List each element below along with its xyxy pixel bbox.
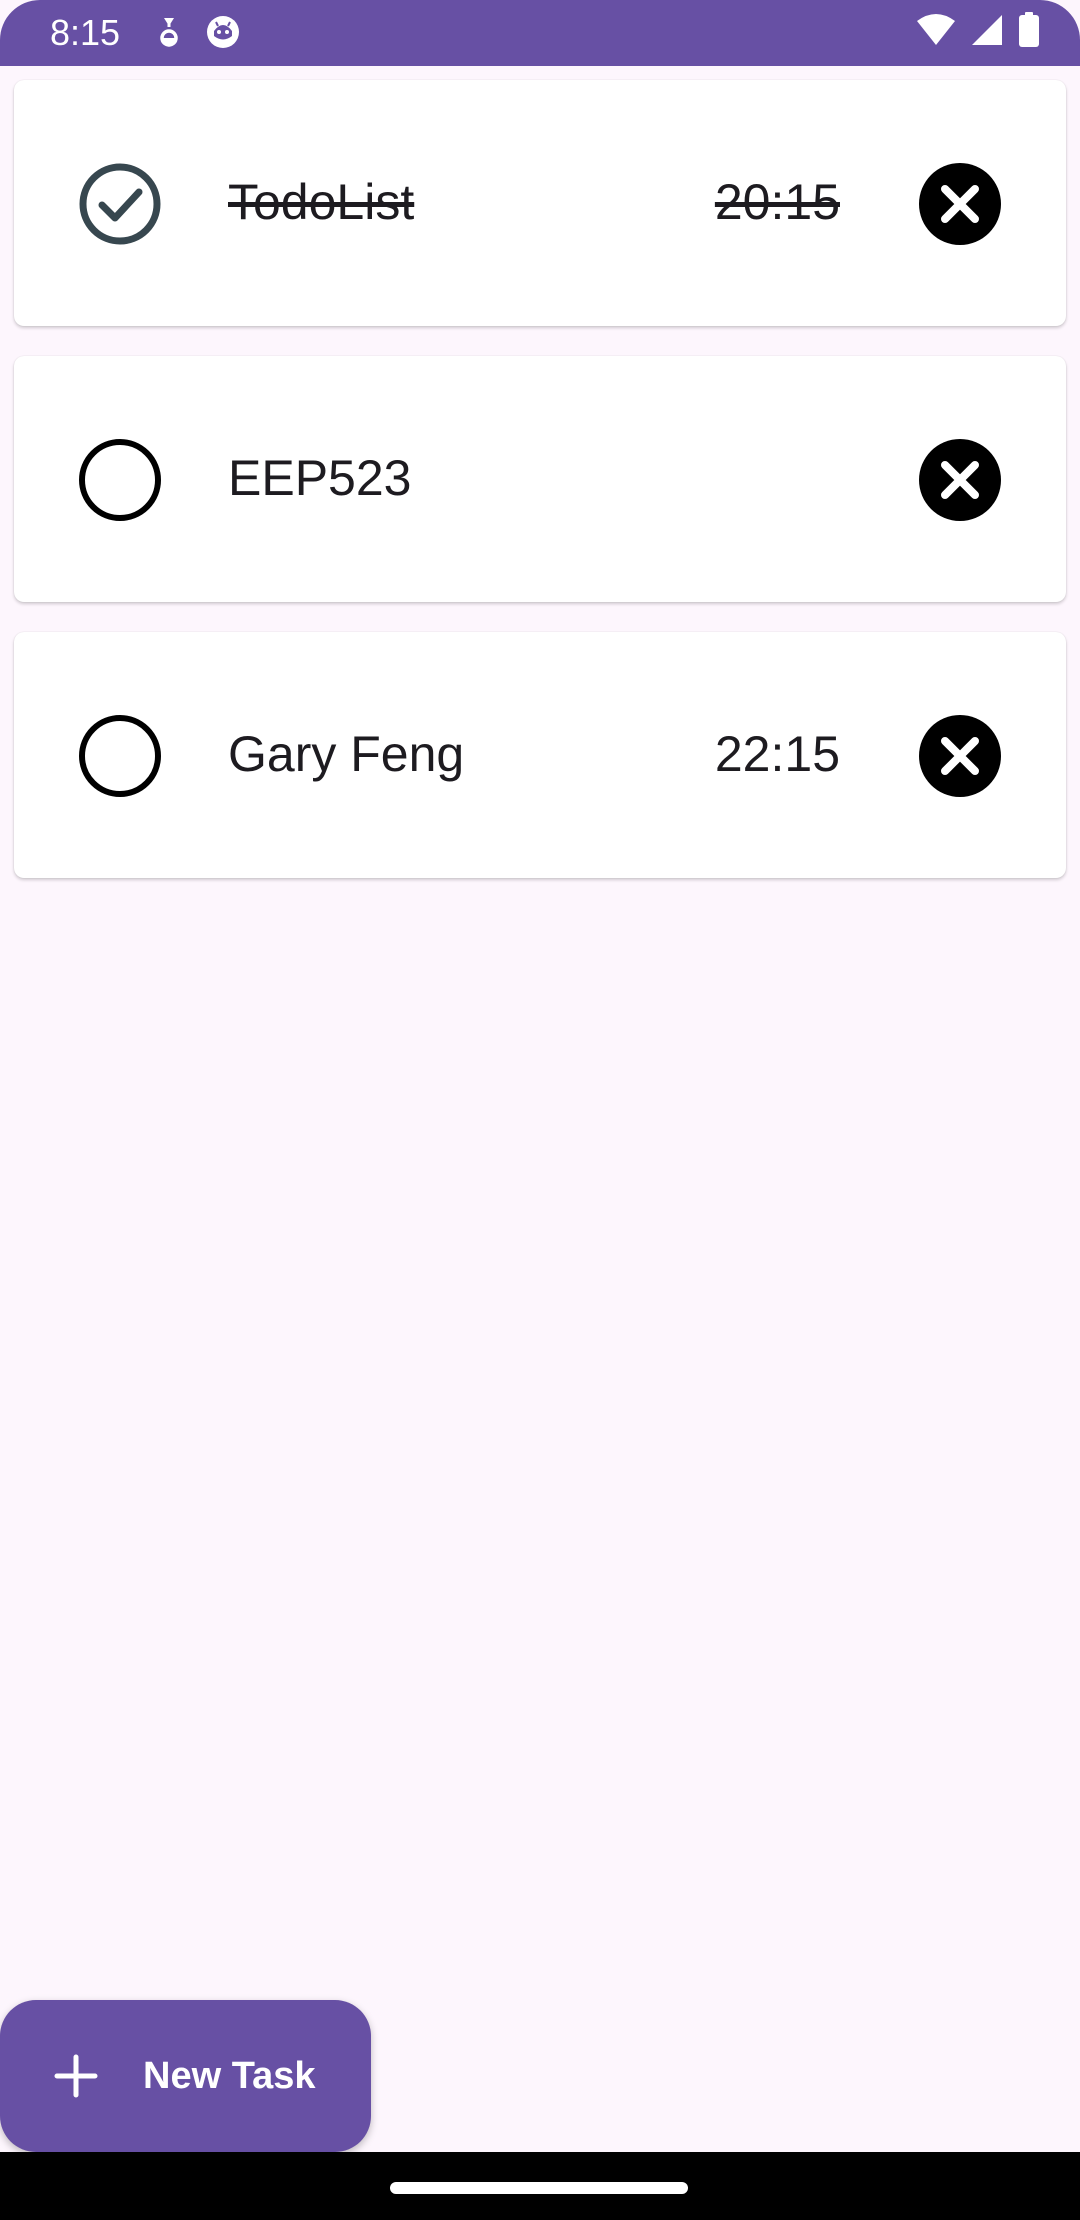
wifi-icon bbox=[916, 13, 956, 52]
delete-task-button[interactable] bbox=[918, 162, 1002, 246]
close-circle-icon bbox=[919, 439, 1001, 521]
unchecked-circle-icon[interactable] bbox=[78, 714, 162, 798]
status-left-icons bbox=[155, 14, 241, 55]
checked-circle-icon[interactable] bbox=[78, 162, 162, 246]
task-title: TodoList bbox=[228, 174, 415, 230]
task-card[interactable]: EEP523 bbox=[14, 356, 1066, 602]
task-time: 22:15 bbox=[714, 726, 840, 782]
task-card[interactable]: TodoList 20:15 bbox=[14, 80, 1066, 326]
unchecked-circle-icon[interactable] bbox=[78, 438, 162, 522]
task-title: EEP523 bbox=[228, 450, 412, 506]
home-gesture-handle[interactable] bbox=[390, 2182, 688, 2194]
task-time: 20:15 bbox=[714, 174, 840, 230]
task-card[interactable]: Gary Feng 22:15 bbox=[14, 632, 1066, 878]
status-bar: 8:15 bbox=[0, 0, 1080, 66]
android-debug-icon bbox=[205, 14, 241, 55]
plus-icon bbox=[54, 2054, 98, 2098]
status-time: 8:15 bbox=[50, 12, 121, 53]
new-task-label: New Task bbox=[143, 2055, 316, 2097]
close-circle-icon bbox=[919, 163, 1001, 245]
task-list: TodoList 20:15 EEP523 Gary Feng 22:15 bbox=[14, 80, 1066, 908]
new-task-button[interactable]: New Task bbox=[0, 2000, 371, 2152]
download-notification-icon bbox=[155, 15, 183, 54]
delete-task-button[interactable] bbox=[918, 714, 1002, 798]
cellular-signal-icon bbox=[970, 13, 1004, 52]
battery-icon bbox=[1018, 12, 1040, 53]
delete-task-button[interactable] bbox=[918, 438, 1002, 522]
navigation-bar bbox=[0, 2152, 1080, 2220]
close-circle-icon bbox=[919, 715, 1001, 797]
status-right-icons bbox=[916, 12, 1040, 53]
task-title: Gary Feng bbox=[228, 726, 465, 782]
